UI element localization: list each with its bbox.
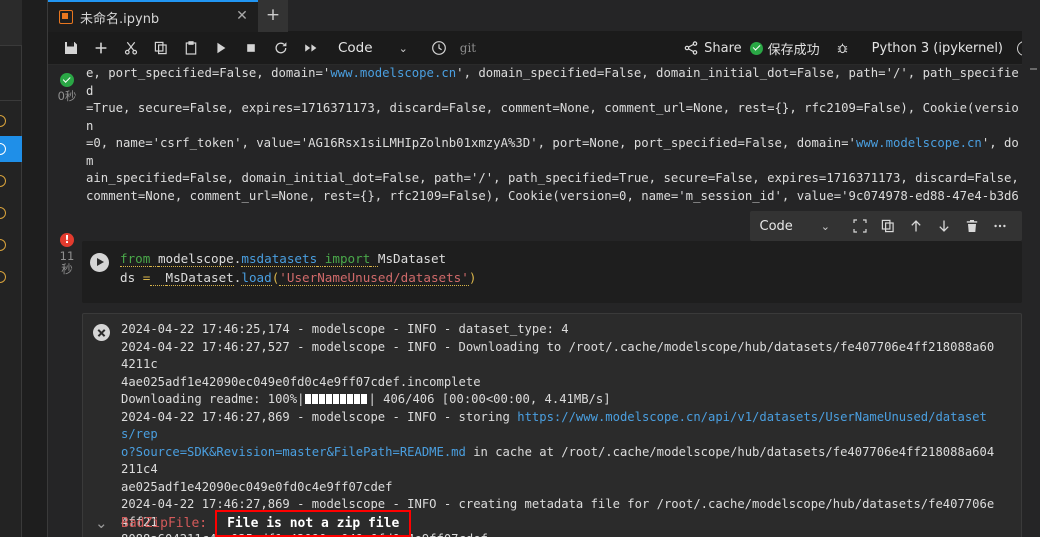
collapse-cell-icon[interactable]: [848, 214, 872, 238]
activity-bar: [0, 0, 22, 537]
activity-item-3[interactable]: [0, 168, 22, 194]
activity-glyph-icon: [0, 143, 6, 155]
tab-bar: 未命名.ipynb ✕ +: [48, 0, 1040, 32]
cell-type-label[interactable]: Code: [760, 219, 793, 234]
right-rail: [1022, 0, 1040, 537]
side-gutter: [22, 0, 48, 537]
move-cell-up-icon[interactable]: [904, 214, 928, 238]
previous-cell-output: e, port_specified=False, domain='www.mod…: [82, 65, 1022, 207]
run-icon[interactable]: [206, 35, 236, 61]
toolbar-right-group: Share 保存成功 Python 3 (ipykernel): [684, 35, 1032, 61]
expand-error-chevron-icon[interactable]: ⌄: [95, 516, 108, 531]
code-editor[interactable]: from modelscope.msdatasets import MsData…: [82, 241, 1022, 303]
save-status-label: 保存成功: [767, 42, 820, 58]
paste-icon[interactable]: [176, 35, 206, 61]
notebook-body: 0秒 ! 11 秒 e, port_specified=False, domai…: [48, 65, 1040, 537]
previous-output-text: e, port_specified=False, domain='www.mod…: [86, 66, 1019, 207]
chevron-down-icon[interactable]: ⌄: [821, 220, 830, 233]
activity-item-4[interactable]: [0, 200, 22, 226]
share-label: Share: [704, 40, 742, 56]
close-icon[interactable]: ✕: [234, 9, 250, 25]
error-message-box: File is not a zip file: [215, 510, 412, 537]
activity-bar-top-strip: [0, 0, 22, 46]
bug-icon[interactable]: [828, 35, 858, 61]
cell-status-error: ! 11 秒: [54, 233, 80, 276]
clear-output-button[interactable]: [93, 324, 110, 341]
activity-item-6[interactable]: [0, 264, 22, 290]
notebook-toolbar: Code ⌄ git Share 保存成功 Python 3 (ipykerne…: [48, 32, 1040, 65]
activity-bar-divider: [0, 100, 22, 101]
cut-icon[interactable]: [116, 35, 146, 61]
chevron-down-icon: ⌄: [398, 41, 408, 55]
share-icon: [684, 41, 698, 55]
activity-glyph-icon: [0, 115, 6, 127]
share-button[interactable]: Share: [684, 41, 742, 56]
git-label[interactable]: git: [460, 41, 476, 55]
cell-status-gutter: 0秒 ! 11 秒: [48, 65, 82, 537]
activity-glyph-icon: [0, 175, 6, 187]
cell-output-panel: 2024-04-22 17:46:25,174 - modelscope - I…: [82, 313, 1022, 537]
check-circle-icon: [60, 73, 74, 87]
notebook-file-icon: [59, 10, 73, 24]
notebook-app: 未命名.ipynb ✕ + Code ⌄ git Share 保存成功 Pyth…: [0, 0, 1040, 537]
error-type-label: BadZipFile:: [121, 516, 208, 531]
error-line: BadZipFile: File is not a zip file: [121, 510, 1021, 537]
check-circle-icon: [749, 41, 763, 55]
tab-title: 未命名.ipynb: [80, 11, 160, 27]
error-section: ⌄ BadZipFile: File is not a zip file Hid…: [83, 510, 1021, 537]
cell-exec-time: 0秒: [57, 89, 77, 103]
copy-icon[interactable]: [146, 35, 176, 61]
activity-glyph-icon: [0, 207, 6, 219]
tab-notebook[interactable]: 未命名.ipynb ✕: [48, 0, 258, 32]
cell-type-label: Code: [338, 40, 373, 56]
duplicate-cell-icon[interactable]: [876, 214, 900, 238]
history-icon[interactable]: [424, 35, 454, 61]
code-line-2: ds = MsDataset.load('UserNameUnused/data…: [120, 270, 477, 286]
add-cell-icon[interactable]: [86, 35, 116, 61]
restart-run-all-icon[interactable]: [296, 35, 326, 61]
activity-item-5[interactable]: [0, 232, 22, 258]
save-status: 保存成功: [749, 39, 820, 58]
cell-type-select[interactable]: Code ⌄: [338, 40, 408, 56]
stop-icon[interactable]: [236, 35, 266, 61]
more-options-icon[interactable]: [988, 214, 1012, 238]
save-icon[interactable]: [56, 35, 86, 61]
cell-toolbar: Code ⌄: [749, 211, 1022, 241]
new-tab-button[interactable]: +: [258, 0, 288, 32]
restart-icon[interactable]: [266, 35, 296, 61]
overview-marker: [1030, 68, 1037, 70]
delete-cell-icon[interactable]: [960, 214, 984, 238]
code-line-1: from modelscope.msdatasets import MsData…: [120, 251, 447, 267]
move-cell-down-icon[interactable]: [932, 214, 956, 238]
run-cell-button[interactable]: [90, 253, 109, 272]
notebook-panel: 未命名.ipynb ✕ + Code ⌄ git Share 保存成功 Pyth…: [48, 0, 1040, 537]
error-circle-icon: !: [60, 233, 74, 247]
activity-glyph-icon: [0, 239, 6, 251]
activity-item-1[interactable]: [0, 108, 22, 134]
activity-glyph-icon: [0, 271, 6, 283]
cell-exec-time-line2: 秒: [61, 262, 73, 276]
cell-status-ok: 0秒: [54, 73, 80, 103]
output-log-text: 2024-04-22 17:46:25,174 - modelscope - I…: [121, 322, 995, 537]
activity-item-2[interactable]: [0, 136, 22, 162]
code-cell-container: Code ⌄ from modelscope.msdatasets import…: [82, 211, 1022, 303]
progress-bar: [305, 394, 368, 404]
kernel-selector[interactable]: Python 3 (ipykernel): [872, 41, 1003, 56]
